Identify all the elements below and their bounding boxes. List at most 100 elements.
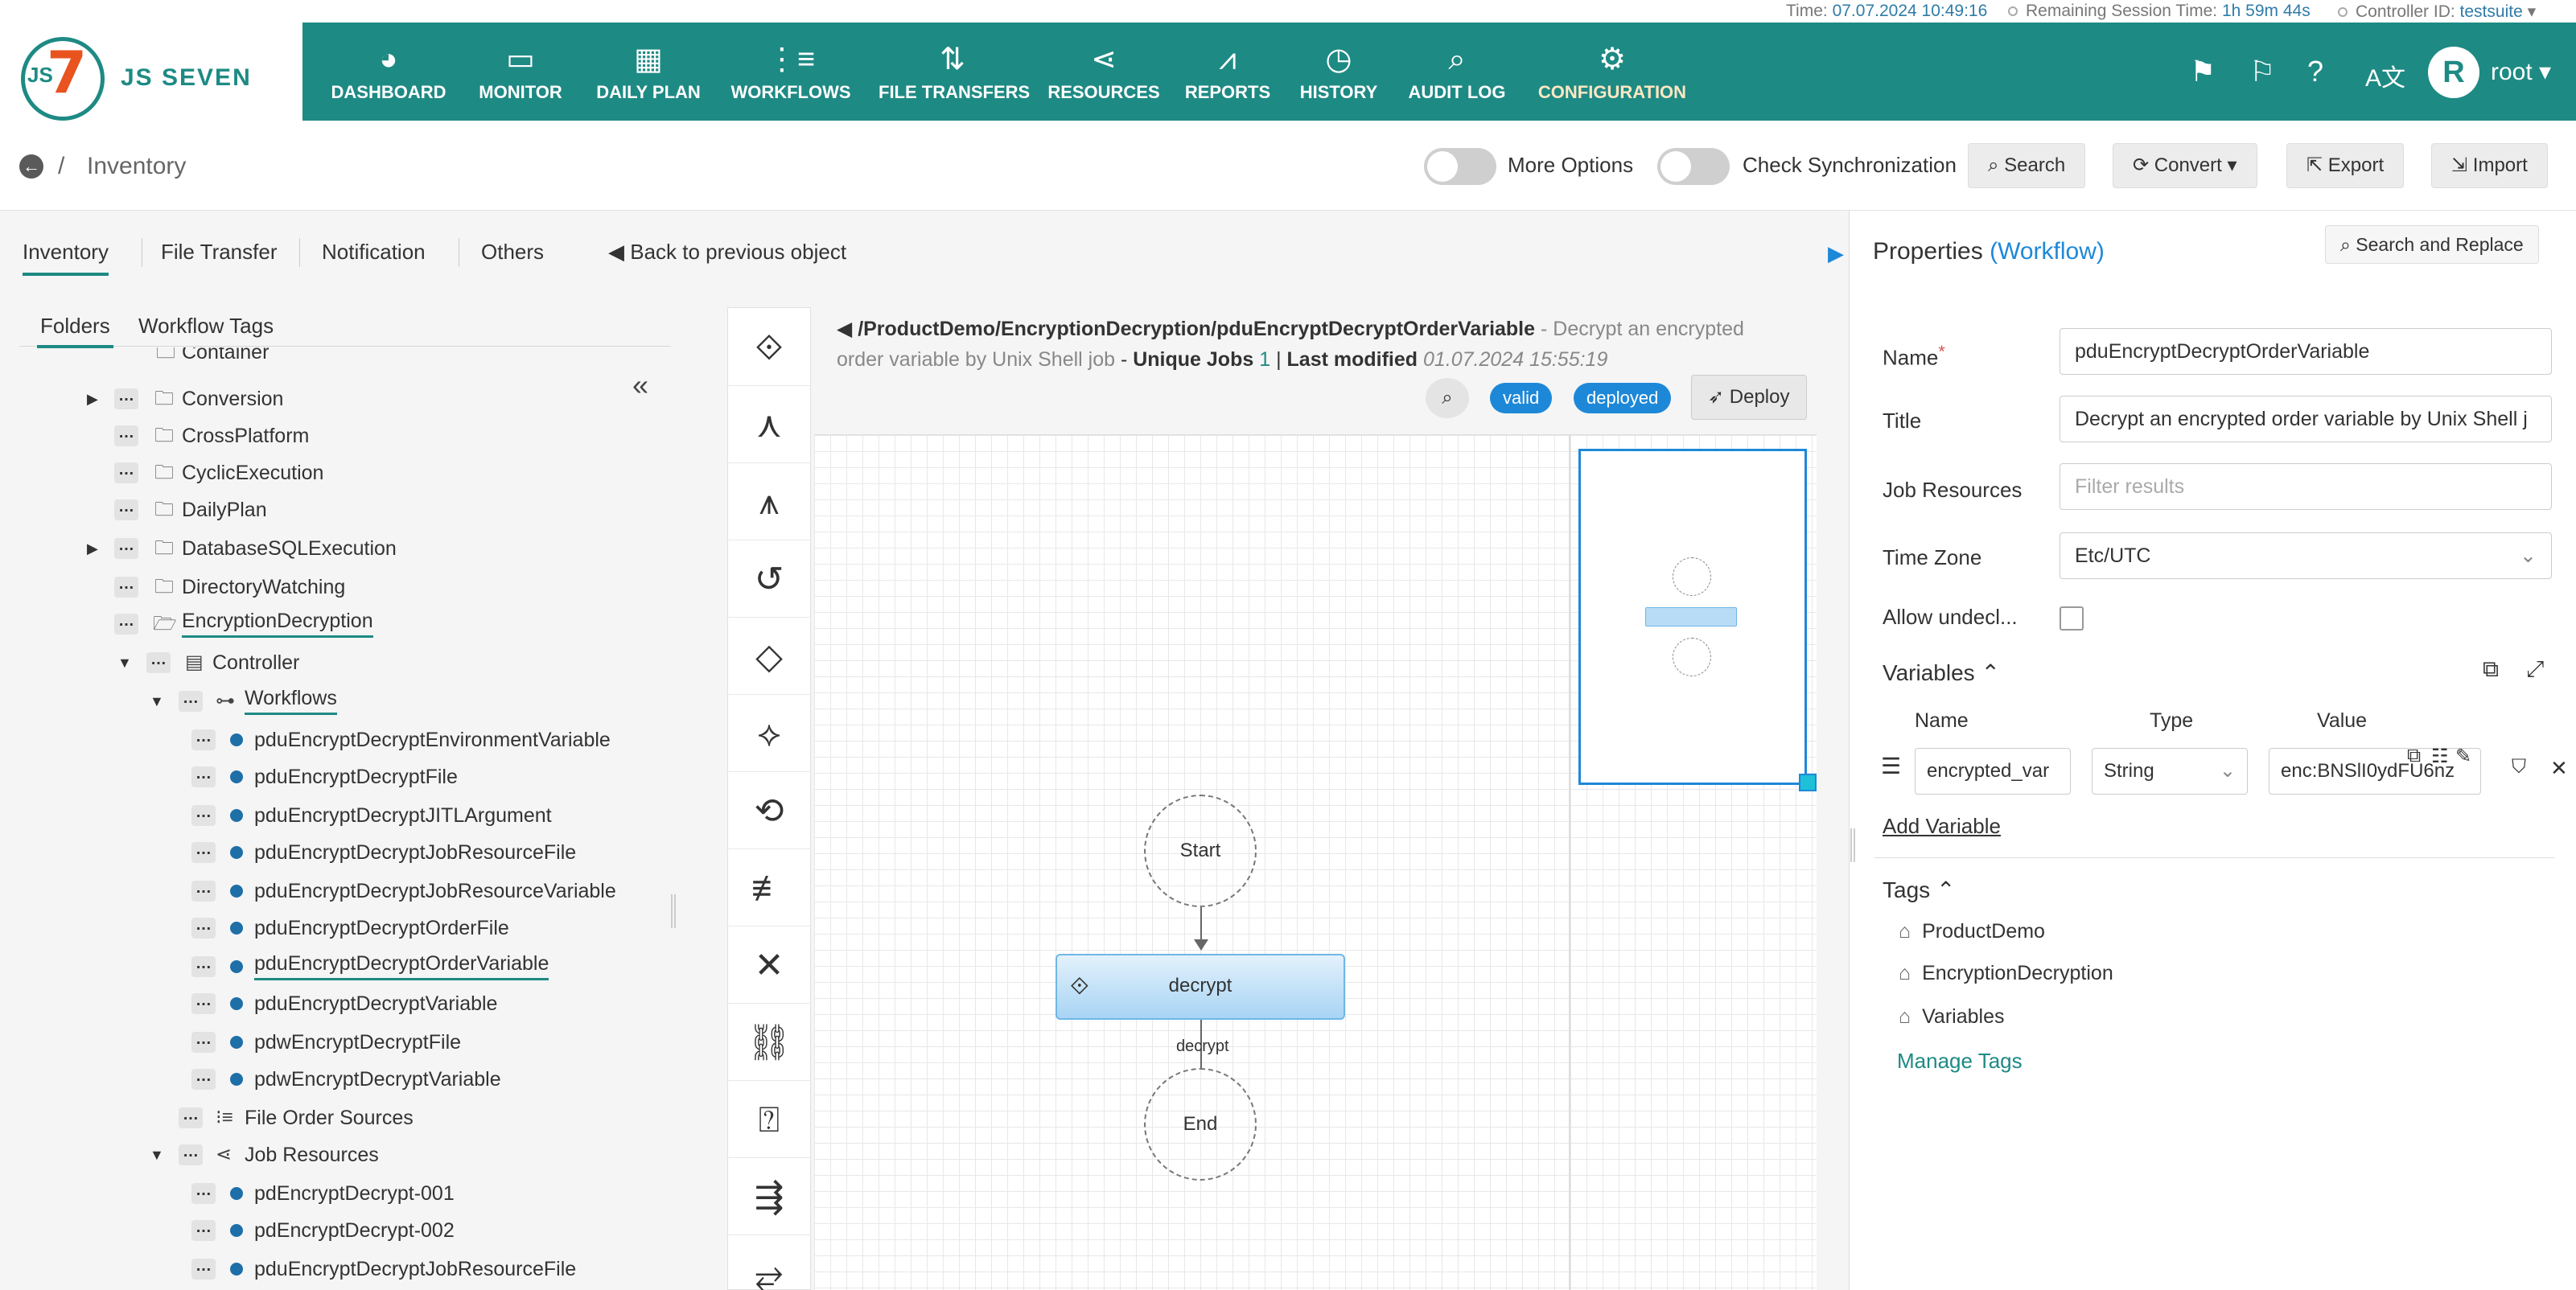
lock-instruction-icon[interactable]: ⥂	[727, 1237, 811, 1290]
canvas-search-icon[interactable]: ⌕	[1426, 378, 1469, 418]
prompt-instruction-icon[interactable]: ⇶	[727, 1160, 811, 1235]
language-icon[interactable]: A文	[2365, 58, 2405, 93]
back-arrow-icon[interactable]: ←	[19, 154, 43, 179]
notification-flag-icon[interactable]: ⚐	[2249, 55, 2275, 88]
shield-icon[interactable]: ⛉	[2512, 756, 2526, 779]
export-button[interactable]: ⇱ Export	[2286, 143, 2405, 188]
back-to-previous-link[interactable]: ◀ Back to previous object	[608, 240, 846, 265]
tree-item-controller[interactable]: ▼ … ▤ Controller	[0, 645, 644, 680]
avatar[interactable]: R	[2428, 47, 2479, 98]
deploy-button[interactable]: ➶ Deploy	[1691, 375, 1807, 420]
cycle-instruction-icon[interactable]: ⟲	[727, 774, 811, 849]
nav-configuration[interactable]: ⚙ CONFIGURATION	[1535, 23, 1689, 121]
caret-down-icon[interactable]: ▼	[150, 1137, 164, 1173]
tree-item-encryption-decryption[interactable]: … 🗁 EncryptionDecryption	[0, 606, 644, 642]
tree-item-workflow[interactable]: … pduEncryptDecryptJobResourceVariable	[0, 873, 644, 909]
nav-history[interactable]: ◷ HISTORY	[1297, 23, 1381, 121]
tree-item-workflow[interactable]: … pdwEncryptDecryptVariable	[0, 1062, 644, 1097]
caret-right-icon[interactable]: ▶	[87, 381, 98, 417]
tab-others[interactable]: Others	[481, 240, 544, 265]
nav-monitor[interactable]: ▭ MONITOR	[468, 23, 573, 121]
variable-value-input[interactable]: enc:BNSlI0ydFU6nz	[2269, 748, 2481, 795]
tree-item-dirwatch[interactable]: … 🗀 DirectoryWatching	[0, 569, 644, 605]
search-replace-button[interactable]: ⌕ Search and Replace	[2325, 225, 2539, 264]
tree-item-workflows[interactable]: ▼ … ⊶ Workflows	[0, 684, 644, 719]
manage-tags-link[interactable]: Manage Tags	[1897, 1049, 2023, 1074]
help-icon[interactable]: ?	[2307, 55, 2323, 88]
fork-list-instruction-icon[interactable]: ⩚	[727, 465, 811, 540]
back-circle-icon[interactable]: ◀	[837, 318, 852, 340]
name-field[interactable]: pduEncryptDecryptOrderVariable	[2060, 328, 2552, 375]
more-options-toggle[interactable]	[1424, 148, 1496, 185]
link-instruction-icon[interactable]: ⛓	[727, 1005, 811, 1081]
case-instruction-icon[interactable]: ⟡	[727, 696, 811, 772]
search-button[interactable]: ⌕ Search	[1968, 143, 2086, 188]
caret-down-icon[interactable]: ▼	[117, 645, 132, 680]
tree-item-workflow[interactable]: … pduEncryptDecryptVariable	[0, 986, 644, 1021]
tree-item-dbsql[interactable]: ▶ … 🗀 DatabaseSQLExecution	[0, 531, 644, 566]
tab-workflow-tags[interactable]: Workflow Tags	[138, 314, 274, 339]
tree-item-job-resource[interactable]: … pdEncryptDecrypt-001	[0, 1176, 644, 1211]
expand-icon[interactable]: ⤢	[2526, 656, 2544, 683]
retry-instruction-icon[interactable]: ↺	[727, 542, 811, 618]
flag-icon[interactable]: ⚑	[2190, 55, 2216, 88]
finish-instruction-icon[interactable]: ≢	[727, 851, 811, 926]
tab-folders[interactable]: Folders	[37, 314, 113, 348]
nav-reports[interactable]: ⩘ REPORTS	[1183, 23, 1273, 121]
panel-resize-handle[interactable]	[1850, 828, 1855, 862]
panel-collapse-icon[interactable]: ▶	[1828, 241, 1844, 266]
more-icon[interactable]: …	[191, 766, 216, 787]
more-icon[interactable]: …	[191, 841, 216, 863]
more-icon[interactable]: …	[114, 537, 138, 559]
more-icon[interactable]: …	[191, 1258, 216, 1280]
timezone-select[interactable]: Etc/UTC ⌄	[2060, 532, 2552, 579]
js7-logo[interactable]: 7 JS JS SEVEN	[0, 23, 302, 121]
list-icon[interactable]: ☷	[2431, 745, 2449, 768]
copy-icon[interactable]: ⧉	[2483, 656, 2499, 683]
fork-instruction-icon[interactable]: ⋏	[727, 388, 811, 463]
tree-item-dailyplan[interactable]: … 🗀 DailyPlan	[0, 492, 644, 528]
edit-icon[interactable]: ✎	[2455, 745, 2471, 768]
allow-undeclared-checkbox[interactable]	[2060, 606, 2084, 631]
tree-item-workflow[interactable]: … pduEncryptDecryptJobResourceFile	[0, 835, 644, 870]
import-button[interactable]: ⇲ Import	[2431, 143, 2548, 188]
more-icon[interactable]: …	[114, 388, 138, 409]
caret-right-icon[interactable]: ▶	[87, 531, 98, 566]
tree-item-workflow[interactable]: … pdwEncryptDecryptFile	[0, 1025, 644, 1060]
workflow-minimap[interactable]	[1578, 449, 1807, 785]
tab-notification[interactable]: Notification	[322, 240, 426, 265]
job-node[interactable]: ⟐ decrypt	[1056, 954, 1345, 1020]
more-icon[interactable]: …	[114, 613, 138, 635]
title-field[interactable]: Decrypt an encrypted order variable by U…	[2060, 396, 2552, 442]
more-icon[interactable]: …	[191, 1182, 216, 1204]
caret-down-icon[interactable]: ▼	[150, 684, 164, 719]
more-icon[interactable]: …	[191, 917, 216, 939]
job-resources-input[interactable]: Filter results	[2060, 463, 2552, 510]
job-instruction-icon[interactable]: ⟐	[727, 310, 811, 386]
tree-item-workflow[interactable]: … pduEncryptDecryptOrderFile	[0, 910, 644, 946]
tags-section-toggle[interactable]: Tags ⌃	[1883, 877, 1955, 903]
tree-item-conversion[interactable]: ▶ … 🗀 Conversion	[0, 381, 644, 417]
more-icon[interactable]: …	[114, 499, 138, 520]
tree-item-container[interactable]: 🗀 Container	[0, 347, 644, 372]
drag-handle-icon[interactable]: ☰	[1881, 753, 1901, 779]
close-icon[interactable]: ✕	[2550, 756, 2568, 781]
more-icon[interactable]: …	[179, 1107, 203, 1128]
more-icon[interactable]: …	[114, 576, 138, 598]
more-icon[interactable]: …	[114, 462, 138, 483]
tab-inventory[interactable]: Inventory	[23, 240, 109, 276]
more-icon[interactable]: …	[191, 1219, 216, 1241]
if-instruction-icon[interactable]: ◇	[727, 619, 811, 695]
tree-item-workflow[interactable]: … pduEncryptDecryptFile	[0, 759, 644, 795]
more-icon[interactable]: …	[191, 1068, 216, 1090]
variable-name-input[interactable]: encrypted_var	[1915, 748, 2071, 795]
end-node[interactable]: End	[1144, 1068, 1257, 1181]
more-icon[interactable]: …	[179, 1144, 203, 1165]
convert-button[interactable]: ⟳ Convert ▾	[2113, 143, 2257, 188]
tree-item-job-resources[interactable]: ▼ … ⋖ Job Resources	[0, 1137, 644, 1173]
tree-item-file-order-sources[interactable]: … ⁝≡ File Order Sources	[0, 1100, 644, 1136]
nav-workflows[interactable]: ⋮≡ WORKFLOWS	[729, 23, 853, 121]
splitter-handle[interactable]	[671, 894, 676, 928]
variables-section-toggle[interactable]: Variables ⌃	[1883, 659, 2000, 686]
start-node[interactable]: Start	[1144, 795, 1257, 907]
